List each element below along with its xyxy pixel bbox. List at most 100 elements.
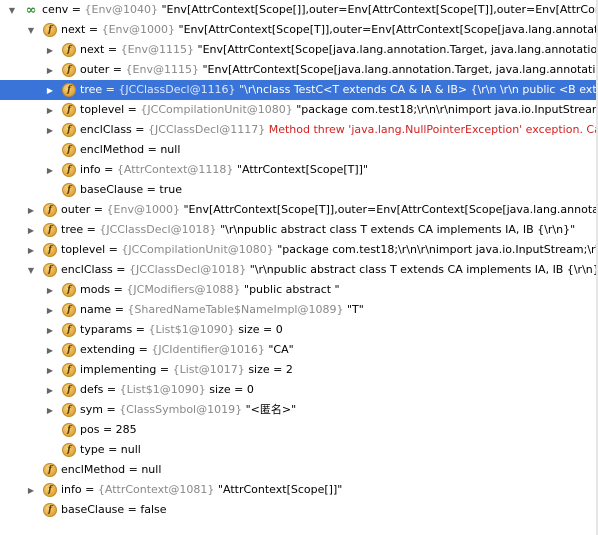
field-value: false: [140, 503, 167, 516]
field-name: enclMethod: [61, 463, 126, 476]
tree-row[interactable]: ▶ f mods = {JCModifiers@1088} "public abst…: [0, 280, 598, 300]
object-ref: {List@1017}: [172, 363, 245, 376]
tree-row[interactable]: ▶ f info = {AttrContext@1081} "AttrContext…: [0, 480, 598, 500]
field-name: extending: [80, 343, 136, 356]
tree-row[interactable]: ▶ f sym = {ClassSymbol@1019} "<匿名>": [0, 400, 598, 420]
tree-row[interactable]: ▶ f implementing = {List@1017} size = 2: [0, 360, 598, 380]
tree-row[interactable]: ▼ ∞ cenv = {Env@1040} "Env[AttrContext[Sco…: [0, 0, 598, 20]
field-icon: f: [62, 283, 76, 297]
tree-row[interactable]: ▶ f tree = {JCClassDecl@1018} "\r\npublic …: [0, 220, 598, 240]
field-icon: f: [43, 263, 57, 277]
expand-arrow-icon[interactable]: ▶: [44, 280, 56, 300]
row-text: defs = {List$1@1090} size = 0: [80, 383, 254, 396]
field-name: next: [80, 43, 105, 56]
field-value: "Env[AttrContext[Scope[]],outer=Env[Attr…: [161, 3, 598, 16]
tree-row[interactable]: f enclMethod = null: [0, 140, 598, 160]
object-ref: {JCClassDecl@1116}: [118, 83, 236, 96]
field-value: "\r\npublic abstract class T extends CA …: [249, 263, 598, 276]
field-value: 285: [115, 423, 137, 436]
field-icon: f: [62, 123, 76, 137]
tree-row[interactable]: f baseClause = false: [0, 500, 598, 520]
tree-row[interactable]: ▼ f enclClass = {JCClassDecl@1018} "\r\npu…: [0, 260, 598, 280]
expand-arrow-icon[interactable]: ▶: [44, 120, 56, 140]
row-text: cenv = {Env@1040} "Env[AttrContext[Scope…: [42, 0, 598, 20]
field-name: info: [80, 163, 101, 176]
error-value: Method threw 'java.lang.NullPointerExcep…: [268, 123, 598, 136]
tree-row[interactable]: f type = null: [0, 440, 598, 460]
field-value: "CA": [268, 343, 294, 356]
object-ref: {Env@1000}: [106, 203, 180, 216]
field-value: "Env[AttrContext[Scope[T]],outer=Env[Att…: [183, 203, 598, 216]
row-text: enclClass = {JCClassDecl@1018} "\r\npubl…: [61, 260, 598, 280]
collapse-arrow-icon[interactable]: ▼: [6, 0, 18, 20]
object-ref: {JCClassDecl@1018}: [129, 263, 247, 276]
field-icon: f: [62, 143, 76, 157]
field-icon: f: [62, 443, 76, 457]
expand-arrow-icon[interactable]: ▶: [25, 240, 37, 260]
object-ref: {Env@1115}: [125, 63, 199, 76]
expand-arrow-icon[interactable]: ▶: [44, 380, 56, 400]
row-text: info = {AttrContext@1081} "AttrContext[S…: [61, 483, 343, 496]
field-icon: f: [62, 163, 76, 177]
field-name: pos: [80, 423, 100, 436]
tree-row[interactable]: f enclMethod = null: [0, 460, 598, 480]
row-text: sym = {ClassSymbol@1019} "<匿名>": [80, 403, 297, 416]
field-icon: f: [62, 303, 76, 317]
tree-row[interactable]: ▶ f info = {AttrContext@1118} "AttrContext…: [0, 160, 598, 180]
expand-arrow-icon[interactable]: ▶: [44, 160, 56, 180]
tree-row[interactable]: ▶ f typarams = {List$1@1090} size = 0: [0, 320, 598, 340]
tree-row[interactable]: ▶ f outer = {Env@1115} "Env[AttrContext[Sc…: [0, 60, 598, 80]
tree-row[interactable]: ▼ f next = {Env@1000} "Env[AttrContext[Sco…: [0, 20, 598, 40]
expand-arrow-icon[interactable]: ▶: [44, 360, 56, 380]
expand-arrow-icon[interactable]: ▶: [44, 80, 56, 100]
expand-arrow-icon[interactable]: ▶: [44, 400, 56, 420]
tree-row[interactable]: ▶ f name = {SharedNameTable$NameImpl@1089}…: [0, 300, 598, 320]
object-ref: {List$1@1090}: [148, 323, 235, 336]
row-text: tree = {JCClassDecl@1116} "\r\nclass Tes…: [80, 80, 598, 100]
tree-row[interactable]: ▶ f defs = {List$1@1090} size = 0: [0, 380, 598, 400]
expand-arrow-icon[interactable]: ▶: [44, 320, 56, 340]
field-value: "Env[AttrContext[Scope[java.lang.annotat…: [202, 63, 598, 76]
expand-arrow-icon[interactable]: ▶: [25, 480, 37, 500]
expand-arrow-icon[interactable]: ▶: [44, 60, 56, 80]
expand-arrow-icon[interactable]: ▶: [25, 220, 37, 240]
row-text: next = {Env@1000} "Env[AttrContext[Scope…: [61, 20, 598, 40]
collapse-arrow-icon[interactable]: ▼: [25, 20, 37, 40]
tree-row[interactable]: f pos = 285: [0, 420, 598, 440]
expand-arrow-icon[interactable]: ▶: [25, 200, 37, 220]
expand-arrow-icon[interactable]: ▶: [44, 300, 56, 320]
field-value: size = 0: [238, 323, 283, 336]
tree-row[interactable]: ▶ f toplevel = {JCCompilationUnit@1080} "p…: [0, 100, 598, 120]
row-text: enclMethod = null: [80, 143, 181, 156]
tree-row[interactable]: ▶ f outer = {Env@1000} "Env[AttrContext[Sc…: [0, 200, 598, 220]
field-name: next: [61, 23, 86, 36]
expand-arrow-icon[interactable]: ▶: [44, 40, 56, 60]
object-ref: {JCCompilationUnit@1080}: [140, 103, 293, 116]
field-value: "Env[AttrContext[Scope[java.lang.annotat…: [197, 43, 598, 56]
field-value: "package com.test18;\r\n\r\nimport java.…: [277, 243, 598, 256]
tree-row[interactable]: ▶ f toplevel = {JCCompilationUnit@1080} "p…: [0, 240, 598, 260]
field-value: "AttrContext[Scope[]]": [217, 483, 343, 496]
field-value: size = 0: [209, 383, 254, 396]
expand-arrow-icon[interactable]: ▶: [44, 340, 56, 360]
row-text: enclMethod = null: [61, 463, 162, 476]
field-value: null: [160, 143, 181, 156]
tree-row[interactable]: f baseClause = true: [0, 180, 598, 200]
field-name: toplevel: [80, 103, 125, 116]
field-name: mods: [80, 283, 111, 296]
field-icon: f: [62, 403, 76, 417]
tree-row[interactable]: ▶ f next = {Env@1115} "Env[AttrContext[Sco…: [0, 40, 598, 60]
field-icon: f: [43, 23, 57, 37]
collapse-arrow-icon[interactable]: ▼: [25, 260, 37, 280]
field-icon: f: [62, 343, 76, 357]
row-text: outer = {Env@1000} "Env[AttrContext[Scop…: [61, 200, 598, 220]
row-text: implementing = {List@1017} size = 2: [80, 363, 293, 376]
field-value: "public abstract ": [244, 283, 340, 296]
tree-row[interactable]: ▶ f tree = {JCClassDecl@1116} "\r\nclass T…: [0, 80, 598, 100]
field-icon: f: [43, 503, 57, 517]
tree-row[interactable]: ▶ f enclClass = {JCClassDecl@1117} Method …: [0, 120, 598, 140]
tree-row[interactable]: ▶ f extending = {JCIdentifier@1016} "CA": [0, 340, 598, 360]
field-name: sym: [80, 403, 103, 416]
field-name: tree: [80, 83, 103, 96]
expand-arrow-icon[interactable]: ▶: [44, 100, 56, 120]
